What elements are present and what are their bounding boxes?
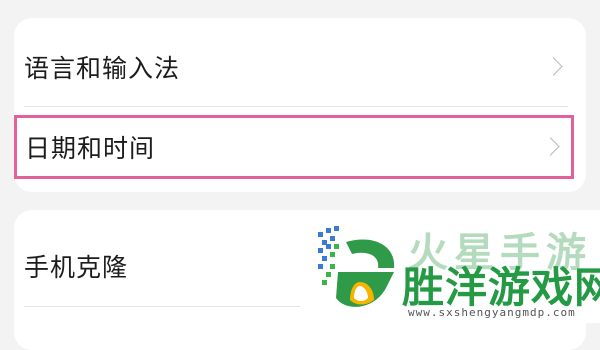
watermark-logo-icon — [318, 226, 395, 307]
watermark-url: www.sxshengyangmdp.com — [408, 306, 576, 319]
chevron-right-icon — [544, 57, 563, 76]
phone-clone-label: 手机克隆 — [24, 253, 129, 282]
language-input-label: 语言和输入法 — [24, 54, 181, 83]
date-time-row[interactable]: 日期和时间 — [14, 115, 574, 179]
settings-group-1: 语言和输入法 日期和时间 — [14, 18, 586, 192]
divider — [24, 106, 568, 107]
chevron-right-icon — [541, 137, 560, 156]
date-time-label: 日期和时间 — [25, 134, 156, 163]
watermark: 火星手游 胜洋游戏网 www.sxshengyangmdp.com — [300, 210, 600, 323]
language-input-row[interactable]: 语言和输入法 — [14, 27, 586, 107]
